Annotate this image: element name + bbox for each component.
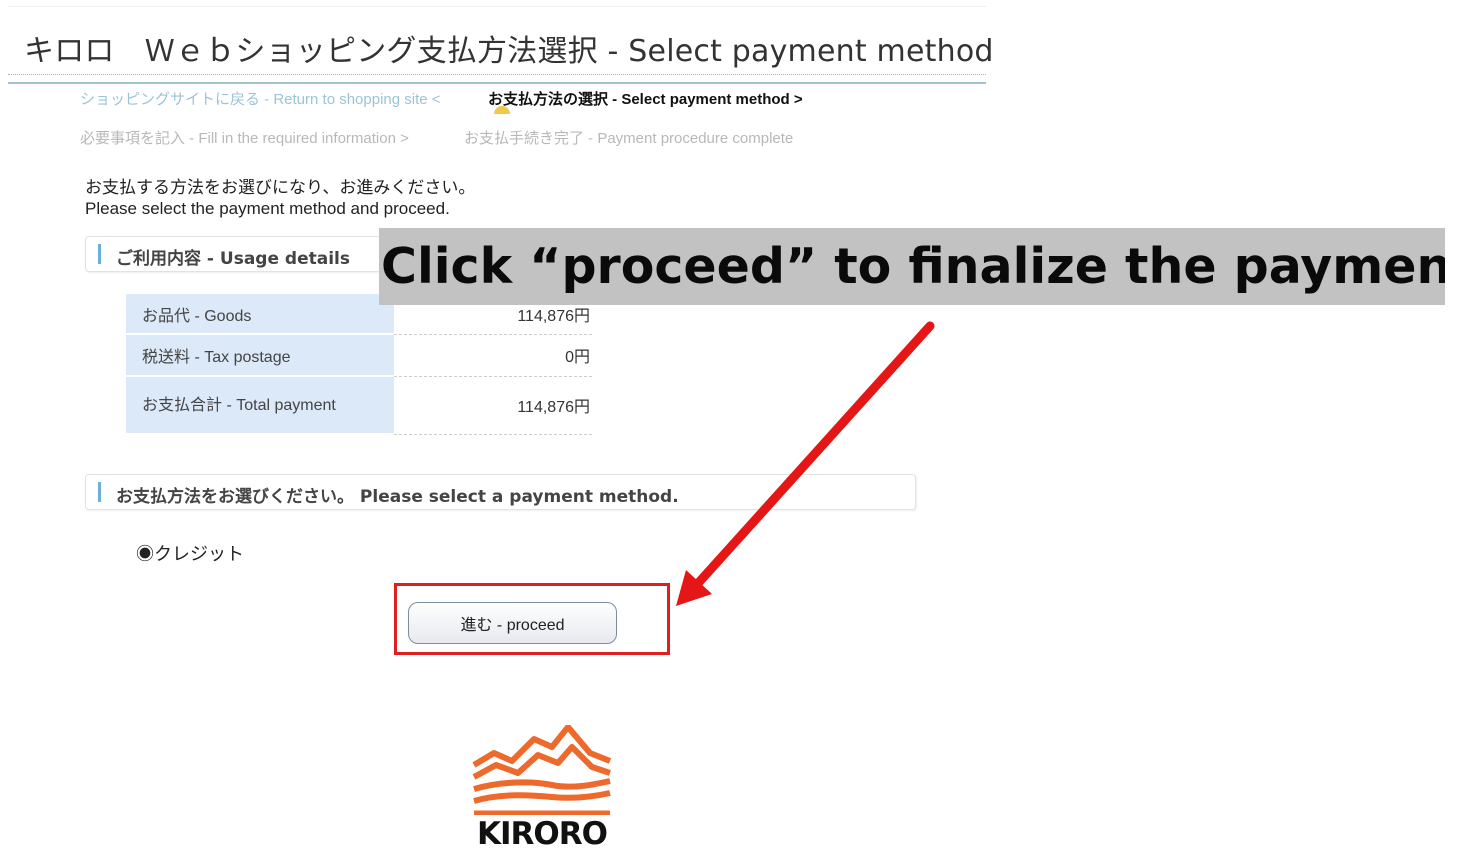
- kiroro-mountain-logo-icon: [472, 725, 612, 815]
- instruction-callout: Click “proceed” to finalize the payment: [379, 228, 1445, 305]
- kiroro-logo-text: KIRORO: [476, 816, 608, 852]
- red-arrow-icon: [676, 321, 935, 606]
